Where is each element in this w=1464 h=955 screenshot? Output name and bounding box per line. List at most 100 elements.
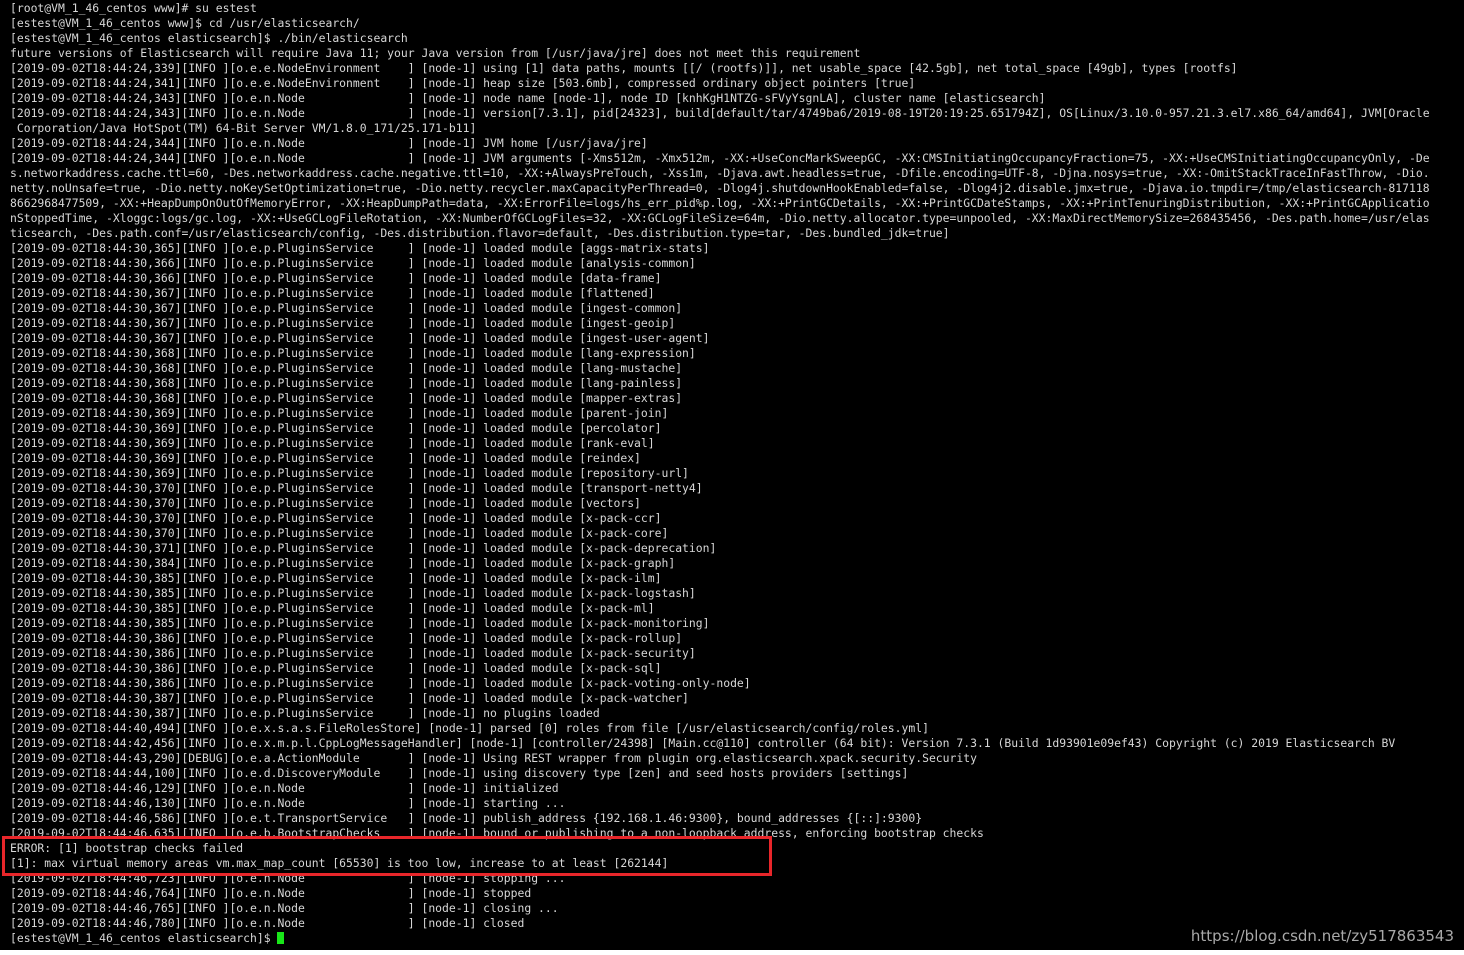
terminal-line-text: ticsearch, -Des.path.conf=/usr/elasticse…: [10, 226, 950, 240]
terminal-line-text: [2019-09-02T18:44:30,370][INFO ][o.e.p.P…: [10, 526, 669, 540]
terminal-line: [2019-09-02T18:44:46,764][INFO ][o.e.n.N…: [10, 886, 1460, 901]
terminal-line-text: netty.noUnsafe=true, -Dio.netty.noKeySet…: [10, 181, 1430, 195]
terminal-line-text: [2019-09-02T18:44:30,367][INFO ][o.e.p.P…: [10, 316, 676, 330]
terminal-line-text: [2019-09-02T18:44:30,387][INFO ][o.e.p.P…: [10, 706, 600, 720]
terminal-line-text: [2019-09-02T18:44:30,366][INFO ][o.e.p.P…: [10, 271, 662, 285]
text-cursor: [277, 932, 285, 944]
terminal-line: [2019-09-02T18:44:24,344][INFO ][o.e.n.N…: [10, 151, 1460, 166]
terminal-line: [2019-09-02T18:44:30,385][INFO ][o.e.p.P…: [10, 616, 1460, 631]
terminal-line-text: [2019-09-02T18:44:30,385][INFO ][o.e.p.P…: [10, 616, 710, 630]
terminal-line: [2019-09-02T18:44:30,387][INFO ][o.e.p.P…: [10, 706, 1460, 721]
terminal-line-text: [1]: max virtual memory areas vm.max_map…: [10, 856, 669, 870]
terminal-line: [2019-09-02T18:44:30,367][INFO ][o.e.p.P…: [10, 331, 1460, 346]
terminal-line: [2019-09-02T18:44:30,367][INFO ][o.e.p.P…: [10, 301, 1460, 316]
terminal-line-text: [2019-09-02T18:44:46,129][INFO ][o.e.n.N…: [10, 781, 559, 795]
terminal-line-text: 8662968477509, -XX:+HeapDumpOnOutOfMemor…: [10, 196, 1430, 210]
terminal-line: [2019-09-02T18:44:30,371][INFO ][o.e.p.P…: [10, 541, 1460, 556]
terminal-line-text: [2019-09-02T18:44:30,367][INFO ][o.e.p.P…: [10, 286, 655, 300]
terminal-line: [2019-09-02T18:44:30,385][INFO ][o.e.p.P…: [10, 601, 1460, 616]
terminal-line: [2019-09-02T18:44:46,586][INFO ][o.e.t.T…: [10, 811, 1460, 826]
terminal-line-text: [2019-09-02T18:44:30,386][INFO ][o.e.p.P…: [10, 661, 662, 675]
terminal-line-text: [2019-09-02T18:44:30,385][INFO ][o.e.p.P…: [10, 586, 696, 600]
terminal-line-text: [2019-09-02T18:44:44,100][INFO ][o.e.d.D…: [10, 766, 909, 780]
terminal-line-text: [2019-09-02T18:44:30,384][INFO ][o.e.p.P…: [10, 556, 676, 570]
terminal-output: [root@VM_1_46_centos www]# su estest [est…: [10, 1, 1460, 946]
terminal-line-text: [2019-09-02T18:44:30,369][INFO ][o.e.p.P…: [10, 436, 655, 450]
terminal-line-text: [2019-09-02T18:44:30,368][INFO ][o.e.p.P…: [10, 346, 696, 360]
terminal-line-text: [2019-09-02T18:44:30,365][INFO ][o.e.p.P…: [10, 241, 710, 255]
terminal-line-text: s.networkaddress.cache.ttl=60, -Des.netw…: [10, 166, 1430, 180]
terminal-line: [2019-09-02T18:44:30,386][INFO ][o.e.p.P…: [10, 631, 1460, 646]
terminal-line: [2019-09-02T18:44:30,367][INFO ][o.e.p.P…: [10, 316, 1460, 331]
terminal-line: [2019-09-02T18:44:30,369][INFO ][o.e.p.P…: [10, 466, 1460, 481]
terminal-line: [2019-09-02T18:44:30,386][INFO ][o.e.p.P…: [10, 676, 1460, 691]
terminal-line: [root@VM_1_46_centos www]# su estest: [10, 1, 1460, 16]
terminal-line-text: [2019-09-02T18:44:30,370][INFO ][o.e.p.P…: [10, 481, 703, 495]
terminal-line: ticsearch, -Des.path.conf=/usr/elasticse…: [10, 226, 1460, 241]
terminal-line-text: [2019-09-02T18:44:30,369][INFO ][o.e.p.P…: [10, 406, 669, 420]
terminal-line: [2019-09-02T18:44:43,290][DEBUG][o.e.a.A…: [10, 751, 1460, 766]
terminal-line: [2019-09-02T18:44:30,384][INFO ][o.e.p.P…: [10, 556, 1460, 571]
terminal-line: [2019-09-02T18:44:24,339][INFO ][o.e.e.N…: [10, 61, 1460, 76]
terminal-line: [2019-09-02T18:44:46,130][INFO ][o.e.n.N…: [10, 796, 1460, 811]
terminal-line: [2019-09-02T18:44:30,387][INFO ][o.e.p.P…: [10, 691, 1460, 706]
terminal-line-text: [2019-09-02T18:44:30,386][INFO ][o.e.p.P…: [10, 631, 683, 645]
terminal-line-text: [2019-09-02T18:44:30,370][INFO ][o.e.p.P…: [10, 511, 662, 525]
terminal-line: [2019-09-02T18:44:30,368][INFO ][o.e.p.P…: [10, 391, 1460, 406]
terminal-line-text: [2019-09-02T18:44:30,369][INFO ][o.e.p.P…: [10, 421, 662, 435]
terminal-line-text: [2019-09-02T18:44:46,780][INFO ][o.e.n.N…: [10, 916, 525, 930]
terminal-line-text: [2019-09-02T18:44:30,385][INFO ][o.e.p.P…: [10, 571, 662, 585]
terminal-line: [2019-09-02T18:44:30,369][INFO ][o.e.p.P…: [10, 421, 1460, 436]
terminal-line: 8662968477509, -XX:+HeapDumpOnOutOfMemor…: [10, 196, 1460, 211]
terminal-line: Corporation/Java HotSpot(TM) 64-Bit Serv…: [10, 121, 1460, 136]
terminal-line: [2019-09-02T18:44:46,765][INFO ][o.e.n.N…: [10, 901, 1460, 916]
terminal-line: [2019-09-02T18:44:30,370][INFO ][o.e.p.P…: [10, 496, 1460, 511]
terminal-line-text: [2019-09-02T18:44:46,723][INFO ][o.e.n.N…: [10, 871, 566, 885]
terminal-line: [estest@VM_1_46_centos elasticsearch]$ .…: [10, 31, 1460, 46]
bottom-border: [0, 950, 1464, 955]
terminal-line-text: [estest@VM_1_46_centos elasticsearch]$: [10, 931, 278, 945]
terminal-line: [2019-09-02T18:44:42,456][INFO ][o.e.x.m…: [10, 736, 1460, 751]
terminal-line: [2019-09-02T18:44:24,343][INFO ][o.e.n.N…: [10, 91, 1460, 106]
terminal-line-text: [2019-09-02T18:44:30,368][INFO ][o.e.p.P…: [10, 391, 683, 405]
terminal-line: [2019-09-02T18:44:30,370][INFO ][o.e.p.P…: [10, 526, 1460, 541]
terminal-line-text: [2019-09-02T18:44:46,130][INFO ][o.e.n.N…: [10, 796, 566, 810]
terminal-line-text: [2019-09-02T18:44:30,386][INFO ][o.e.p.P…: [10, 676, 751, 690]
terminal-line-text: ERROR: [1] bootstrap checks failed: [10, 841, 244, 855]
terminal-line-text: [estest@VM_1_46_centos elasticsearch]$ .…: [10, 31, 408, 45]
terminal-window[interactable]: [root@VM_1_46_centos www]# su estest [est…: [0, 0, 1464, 950]
terminal-line-text: [2019-09-02T18:44:24,341][INFO ][o.e.e.N…: [10, 76, 916, 90]
terminal-line: [2019-09-02T18:44:46,635][INFO ][o.e.b.B…: [10, 826, 1460, 841]
terminal-line-text: [2019-09-02T18:44:24,344][INFO ][o.e.n.N…: [10, 151, 1430, 165]
terminal-line-text: nStoppedTime, -Xloggc:logs/gc.log, -XX:+…: [10, 211, 1430, 225]
terminal-line-text: [2019-09-02T18:44:46,764][INFO ][o.e.n.N…: [10, 886, 532, 900]
terminal-line: [1]: max virtual memory areas vm.max_map…: [10, 856, 1460, 871]
terminal-line-text: [2019-09-02T18:44:30,367][INFO ][o.e.p.P…: [10, 331, 710, 345]
terminal-line-text: [2019-09-02T18:44:30,369][INFO ][o.e.p.P…: [10, 451, 641, 465]
terminal-line-text: [2019-09-02T18:44:30,385][INFO ][o.e.p.P…: [10, 601, 655, 615]
terminal-line: [2019-09-02T18:44:30,386][INFO ][o.e.p.P…: [10, 646, 1460, 661]
terminal-line: [2019-09-02T18:44:46,129][INFO ][o.e.n.N…: [10, 781, 1460, 796]
terminal-line-text: [2019-09-02T18:44:24,339][INFO ][o.e.e.N…: [10, 61, 1238, 75]
terminal-line-text: [2019-09-02T18:44:30,367][INFO ][o.e.p.P…: [10, 301, 683, 315]
terminal-line: [2019-09-02T18:44:44,100][INFO ][o.e.d.D…: [10, 766, 1460, 781]
terminal-line-text: [2019-09-02T18:44:24,343][INFO ][o.e.n.N…: [10, 106, 1430, 120]
terminal-line: [2019-09-02T18:44:30,370][INFO ][o.e.p.P…: [10, 481, 1460, 496]
terminal-line: netty.noUnsafe=true, -Dio.netty.noKeySet…: [10, 181, 1460, 196]
terminal-line-text: [2019-09-02T18:44:30,386][INFO ][o.e.p.P…: [10, 646, 696, 660]
terminal-line: [2019-09-02T18:44:30,367][INFO ][o.e.p.P…: [10, 286, 1460, 301]
terminal-line: [2019-09-02T18:44:30,370][INFO ][o.e.p.P…: [10, 511, 1460, 526]
terminal-line: [estest@VM_1_46_centos www]$ cd /usr/ela…: [10, 16, 1460, 31]
terminal-line-text: [2019-09-02T18:44:40,494][INFO ][o.e.x.s…: [10, 721, 929, 735]
terminal-line: [2019-09-02T18:44:30,365][INFO ][o.e.p.P…: [10, 241, 1460, 256]
terminal-line: [2019-09-02T18:44:24,341][INFO ][o.e.e.N…: [10, 76, 1460, 91]
terminal-line-text: [2019-09-02T18:44:30,370][INFO ][o.e.p.P…: [10, 496, 641, 510]
terminal-line: [2019-09-02T18:44:40,494][INFO ][o.e.x.s…: [10, 721, 1460, 736]
terminal-line-text: [2019-09-02T18:44:30,368][INFO ][o.e.p.P…: [10, 361, 683, 375]
terminal-line: s.networkaddress.cache.ttl=60, -Des.netw…: [10, 166, 1460, 181]
terminal-line: [2019-09-02T18:44:24,343][INFO ][o.e.n.N…: [10, 106, 1460, 121]
terminal-line: nStoppedTime, -Xloggc:logs/gc.log, -XX:+…: [10, 211, 1460, 226]
terminal-line-text: [estest@VM_1_46_centos www]$ cd /usr/ela…: [10, 16, 360, 30]
terminal-line: [2019-09-02T18:44:24,344][INFO ][o.e.n.N…: [10, 136, 1460, 151]
terminal-line: [2019-09-02T18:44:30,369][INFO ][o.e.p.P…: [10, 451, 1460, 466]
